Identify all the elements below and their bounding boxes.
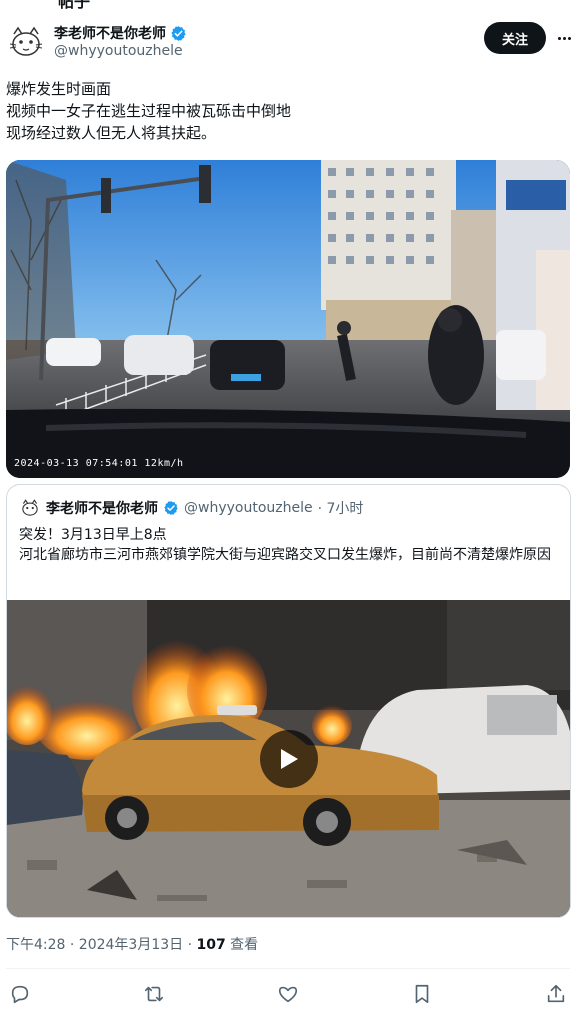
quoted-line: 突发！3月13日早上8点	[19, 527, 167, 543]
follow-button[interactable]: 关注	[484, 22, 546, 54]
tweet-line: 视频中一女子在逃生过程中被瓦砾击中倒地	[6, 102, 292, 120]
verified-icon	[164, 501, 178, 515]
avatar[interactable]	[6, 22, 46, 62]
divider	[6, 968, 570, 969]
view-count: 107	[196, 937, 226, 953]
dashcam-timestamp: 2024-03-13 07:54:01 12km/h	[14, 458, 184, 469]
bookmark-button[interactable]	[410, 982, 434, 1006]
views-label: 查看	[225, 937, 259, 953]
quoted-tweet-header: 李老师不是你老师 @whyyoutouzhele · 7小时	[19, 497, 363, 519]
author-display-name[interactable]: 李老师不是你老师	[54, 23, 166, 43]
dashcam-video-still[interactable]: 2024-03-13 07:54:01 12km/h	[6, 160, 570, 478]
quoted-handle: @whyyoutouzhele	[184, 500, 313, 516]
retweet-icon	[144, 986, 164, 1002]
explosion-video-still[interactable]	[7, 600, 570, 917]
tweet-text: 爆炸发生时画面 视频中一女子在逃生过程中被瓦砾击中倒地 现场经过数人但无人将其扶…	[6, 78, 566, 144]
quoted-display-name: 李老师不是你老师	[46, 501, 158, 517]
reply-icon	[11, 985, 29, 1004]
reply-button[interactable]	[8, 982, 32, 1006]
quoted-tweet[interactable]: 李老师不是你老师 @whyyoutouzhele · 7小时 突发！3月13日早…	[6, 484, 571, 918]
quoted-avatar	[19, 497, 41, 519]
like-button[interactable]	[276, 982, 300, 1006]
like-icon	[278, 986, 298, 1003]
verified-icon	[171, 25, 186, 41]
author-name-row[interactable]: 李老师不是你老师	[54, 23, 187, 43]
quoted-time: · 7小时	[317, 501, 364, 517]
bookmark-icon	[415, 984, 429, 1004]
action-bar	[0, 982, 586, 1008]
tweet-header: 李老师不是你老师 @whyyoutouzhele 关注	[6, 20, 580, 64]
tweet-line: 爆炸发生时画面	[6, 80, 112, 98]
tweet-meta: 下午4:28 · 2024年3月13日 · 107 查看	[6, 934, 258, 954]
play-icon	[281, 749, 298, 769]
share-button[interactable]	[544, 982, 568, 1006]
quoted-line: 河北省廊坊市三河市燕郊镇学院大街与迎宾路交叉口发生爆炸，目前尚不清楚爆炸原因	[19, 547, 551, 563]
tweet-line: 现场经过数人但无人将其扶起。	[6, 124, 217, 142]
quoted-text: 突发！3月13日早上8点 河北省廊坊市三河市燕郊镇学院大街与迎宾路交叉口发生爆炸…	[19, 525, 564, 565]
play-button[interactable]	[260, 730, 318, 788]
more-icon[interactable]	[554, 28, 574, 48]
page-header-cut: 帖子	[58, 0, 91, 11]
share-icon	[547, 984, 565, 1003]
author-handle[interactable]: @whyyoutouzhele	[54, 43, 183, 59]
retweet-button[interactable]	[142, 982, 166, 1006]
tweet-timestamp[interactable]: 下午4:28 · 2024年3月13日 ·	[6, 937, 197, 953]
